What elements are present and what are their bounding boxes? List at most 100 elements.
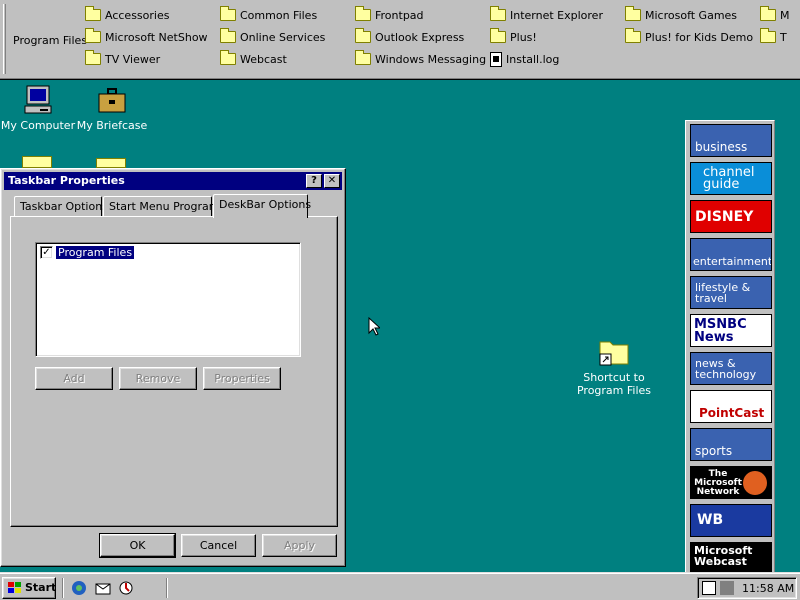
deskbar-item-label: Windows Messaging bbox=[375, 52, 487, 66]
deskbar-item-label: Plus! for Kids Demo bbox=[645, 30, 754, 44]
folder-icon bbox=[85, 28, 101, 43]
internet-explorer-icon[interactable] bbox=[70, 579, 88, 597]
deskbar-item-label: TV Viewer bbox=[105, 52, 161, 66]
channel-webcast[interactable]: Microsoft Webcast bbox=[690, 542, 772, 575]
help-icon: ? bbox=[311, 175, 317, 186]
deskbar-item[interactable]: Plus! bbox=[490, 28, 537, 46]
clock[interactable]: 11:58 AM bbox=[742, 582, 794, 595]
deskbar-toolbar: Program Files Accessories Common Files F… bbox=[0, 0, 800, 80]
shortcut-label-line2: Program Files bbox=[576, 384, 652, 397]
channel-msn[interactable]: The Microsoft Network bbox=[690, 466, 772, 499]
deskbar-item-label: Microsoft NetShow bbox=[105, 30, 208, 44]
deskbar-item[interactable]: T bbox=[760, 28, 787, 46]
deskbar-item-label: Outlook Express bbox=[375, 30, 465, 44]
ok-button[interactable]: OK bbox=[99, 533, 176, 558]
list-item-checkbox[interactable]: ✓ bbox=[40, 246, 53, 259]
briefcase-icon bbox=[96, 84, 128, 116]
deskbar-item[interactable]: Plus! for Kids Demo bbox=[625, 28, 753, 46]
scheduler-icon[interactable] bbox=[702, 581, 716, 595]
start-label: Start bbox=[25, 581, 57, 594]
channel-lifestyle-travel[interactable]: lifestyle & travel bbox=[690, 276, 772, 309]
add-button[interactable]: Add bbox=[35, 367, 113, 390]
deskbar-item-label: Internet Explorer bbox=[510, 8, 603, 22]
desktop-icon-my-briefcase[interactable]: My Briefcase bbox=[70, 84, 154, 132]
start-button[interactable]: Start bbox=[2, 577, 56, 599]
cancel-button[interactable]: Cancel bbox=[181, 534, 256, 557]
folder-icon bbox=[355, 50, 371, 65]
deskbar-item[interactable]: Windows Messaging bbox=[355, 50, 486, 68]
remove-button[interactable]: Remove bbox=[119, 367, 197, 390]
folder-icon bbox=[220, 6, 236, 21]
close-button[interactable]: ✕ bbox=[324, 174, 340, 188]
tab-taskbar-options[interactable]: Taskbar Options bbox=[14, 196, 108, 216]
desktop-icon-label: My Computer bbox=[0, 119, 76, 132]
mouse-cursor-icon bbox=[368, 317, 380, 336]
desktop-shortcut-program-files[interactable]: Shortcut to Program Files bbox=[572, 336, 656, 397]
list-item-label: Program Files bbox=[54, 245, 136, 260]
outlook-express-icon[interactable] bbox=[94, 579, 112, 597]
deskbar-item[interactable]: TV Viewer bbox=[85, 50, 160, 68]
channel-label: DISNEY bbox=[695, 209, 754, 225]
desktop-icon-my-computer[interactable]: My Computer bbox=[0, 84, 80, 132]
deskbar-item-label: T bbox=[780, 30, 787, 44]
channel-label: PointCast bbox=[699, 406, 765, 420]
channel-label: channel guide bbox=[703, 165, 755, 192]
channel-msnbc[interactable]: MSNBC News bbox=[690, 314, 772, 347]
list-item[interactable]: ✓ Program Files bbox=[40, 245, 136, 260]
deskbar-item[interactable]: Microsoft NetShow bbox=[85, 28, 208, 46]
tab-start-menu-programs[interactable]: Start Menu Programs bbox=[103, 196, 225, 216]
hidden-desktop-icon[interactable] bbox=[96, 158, 126, 168]
deskbar-item-label: Webcast bbox=[240, 52, 287, 66]
deskbar-item[interactable]: M bbox=[760, 6, 790, 24]
channel-bar: business channel guide DISNEY entertainm… bbox=[685, 120, 775, 575]
volume-icon[interactable] bbox=[720, 581, 734, 595]
channel-pointcast[interactable]: PointCast bbox=[690, 390, 772, 423]
button-label: Remove bbox=[135, 372, 181, 385]
apply-button[interactable]: Apply bbox=[262, 534, 337, 557]
dialog-titlebar[interactable]: Taskbar Properties ? ✕ bbox=[4, 172, 342, 190]
channel-warner-bros[interactable]: WB bbox=[690, 504, 772, 537]
show-desktop-icon[interactable] bbox=[117, 579, 135, 597]
channel-disney[interactable]: DISNEY bbox=[690, 200, 772, 233]
deskbar-item[interactable]: Common Files bbox=[220, 6, 317, 24]
tab-label: DeskBar Options bbox=[219, 198, 312, 211]
folder-icon bbox=[625, 28, 641, 43]
deskbar-item[interactable]: Webcast bbox=[220, 50, 287, 68]
deskbar-item[interactable]: Online Services bbox=[220, 28, 325, 46]
button-label: Add bbox=[63, 372, 85, 385]
deskbar-listbox[interactable]: ✓ Program Files bbox=[35, 242, 301, 357]
deskbar-item[interactable]: Microsoft Games bbox=[625, 6, 737, 24]
deskbar-item[interactable]: Outlook Express bbox=[355, 28, 464, 46]
channel-business[interactable]: business bbox=[690, 124, 772, 157]
deskbar-item-label: Frontpad bbox=[375, 8, 424, 22]
deskbar-item-label: Accessories bbox=[105, 8, 170, 22]
channel-label: sports bbox=[695, 444, 733, 458]
folder-icon bbox=[85, 50, 101, 65]
toolbar-grip[interactable] bbox=[3, 4, 6, 74]
computer-icon bbox=[22, 84, 54, 116]
channel-sports[interactable]: sports bbox=[690, 428, 772, 461]
deskbar-item-label: M bbox=[780, 8, 790, 22]
taskbar: Start 11:58 AM bbox=[0, 572, 800, 600]
properties-button[interactable]: Properties bbox=[203, 367, 281, 390]
tab-deskbar-options[interactable]: DeskBar Options bbox=[213, 194, 312, 218]
tab-label: Start Menu Programs bbox=[109, 200, 226, 213]
desktop-icon-label: My Briefcase bbox=[76, 119, 148, 132]
help-button[interactable]: ? bbox=[306, 174, 322, 188]
taskbar-separator bbox=[166, 578, 168, 598]
deskbar-item-label: Plus! bbox=[510, 30, 537, 44]
deskbar-item[interactable]: Internet Explorer bbox=[490, 6, 603, 24]
button-label: Cancel bbox=[199, 539, 238, 552]
deskbar-title: Program Files bbox=[13, 34, 88, 47]
channel-label: The Microsoft Network bbox=[694, 469, 742, 497]
deskbar-item[interactable]: Install.log bbox=[490, 50, 559, 68]
channel-guide[interactable]: channel guide bbox=[690, 162, 772, 195]
channel-label: Microsoft Webcast bbox=[694, 544, 753, 568]
dialog-title: Taskbar Properties bbox=[8, 174, 125, 187]
channel-entertainment[interactable]: entertainment bbox=[690, 238, 772, 271]
channel-news-technology[interactable]: news & technology bbox=[690, 352, 772, 385]
folder-icon bbox=[85, 6, 101, 21]
deskbar-item[interactable]: Frontpad bbox=[355, 6, 424, 24]
deskbar-item[interactable]: Accessories bbox=[85, 6, 169, 24]
hidden-desktop-icon[interactable] bbox=[22, 156, 52, 168]
